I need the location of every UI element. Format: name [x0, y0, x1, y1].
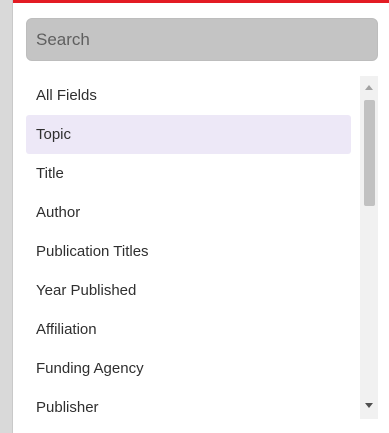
list-item-year-published[interactable]: Year Published — [26, 271, 351, 310]
scroll-up-arrow-icon[interactable] — [365, 85, 373, 90]
list-item-publisher[interactable]: Publisher — [26, 388, 351, 419]
vertical-scrollbar[interactable] — [360, 76, 378, 419]
field-dropdown-panel: All Fields Topic Title Author Publicatio… — [12, 0, 389, 433]
list-item-affiliation[interactable]: Affiliation — [26, 310, 351, 349]
list-item-topic[interactable]: Topic — [26, 115, 351, 154]
scrollbar-thumb[interactable] — [364, 100, 375, 206]
scroll-down-arrow-icon[interactable] — [365, 403, 373, 408]
search-input[interactable] — [26, 18, 378, 61]
list-item-funding-agency[interactable]: Funding Agency — [26, 349, 351, 388]
list-item-all-fields[interactable]: All Fields — [26, 76, 351, 115]
list-item-publication-titles[interactable]: Publication Titles — [26, 232, 351, 271]
list-item-author[interactable]: Author — [26, 193, 351, 232]
list-item-title[interactable]: Title — [26, 154, 351, 193]
field-options-list: All Fields Topic Title Author Publicatio… — [26, 76, 378, 419]
top-accent-bar — [13, 0, 389, 3]
field-options: All Fields Topic Title Author Publicatio… — [26, 76, 351, 419]
